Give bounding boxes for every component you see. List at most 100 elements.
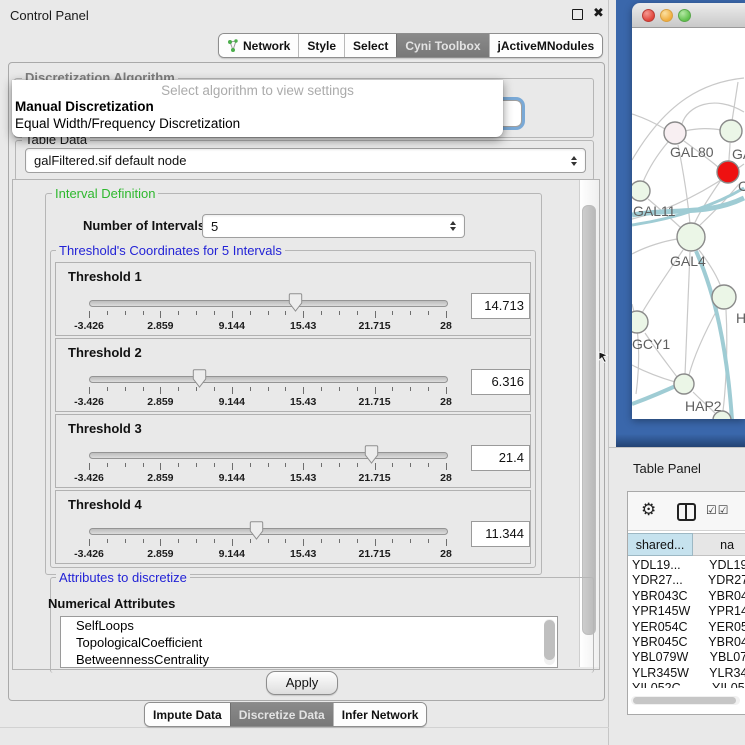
minor-tick bbox=[339, 387, 340, 391]
minor-tick bbox=[196, 311, 197, 315]
network-window-titlebar[interactable] bbox=[632, 3, 745, 28]
network-window[interactable]: GAL80GACGAL11GAL4GCY1HHAP2 bbox=[632, 3, 745, 419]
network-node-gal80[interactable] bbox=[664, 122, 686, 144]
minimize-traffic-light-icon[interactable] bbox=[660, 9, 673, 22]
close-traffic-light-icon[interactable] bbox=[642, 9, 655, 22]
close-icon[interactable]: ✖ bbox=[593, 5, 604, 21]
minor-tick bbox=[321, 539, 322, 543]
number-of-intervals-combo[interactable]: 5 bbox=[202, 214, 465, 238]
zoom-traffic-light-icon[interactable] bbox=[678, 9, 691, 22]
network-node-gcy1[interactable] bbox=[632, 311, 648, 333]
numerical-attributes-list[interactable]: SelfLoopsTopologicalCoefficientBetweenne… bbox=[60, 616, 558, 668]
minor-tick bbox=[321, 387, 322, 391]
list-scrollbar-thumb[interactable] bbox=[544, 620, 555, 660]
slider-thumb[interactable] bbox=[249, 521, 264, 540]
list-item[interactable]: TopologicalCoefficient bbox=[61, 634, 557, 651]
dropdown-item[interactable]: Equal Width/Frequency Discretization bbox=[12, 116, 503, 131]
threshold-value-field[interactable]: 6.316 bbox=[471, 369, 530, 395]
major-tick bbox=[446, 311, 447, 318]
table-row[interactable]: YPR145WYPR14 bbox=[628, 604, 745, 619]
screen: Control Panel ✖ NetworkStyleSelectCyni T… bbox=[0, 0, 745, 745]
dropdown-item[interactable]: Manual Discretization bbox=[12, 99, 503, 114]
threshold-label: Threshold 1 bbox=[68, 269, 142, 284]
tab-discretize-data[interactable]: Discretize Data bbox=[230, 703, 333, 726]
horizontal-scrollbar-thumb[interactable] bbox=[633, 697, 736, 704]
network-node-gal4[interactable] bbox=[677, 223, 705, 251]
tab-style[interactable]: Style bbox=[298, 34, 344, 57]
tick-label: 9.144 bbox=[219, 320, 245, 332]
minor-tick bbox=[214, 463, 215, 467]
horizontal-scrollbar-track[interactable] bbox=[631, 696, 740, 705]
tick-label: 28 bbox=[440, 396, 452, 408]
threshold-value-field[interactable]: 11.344 bbox=[471, 521, 530, 547]
table-row[interactable]: YBR043CYBR04 bbox=[628, 589, 745, 604]
top-tab-bar: NetworkStyleSelectCyni ToolboxjActiveMNo… bbox=[218, 33, 603, 58]
slider-track[interactable] bbox=[89, 452, 448, 459]
cell-name: YBL07 bbox=[707, 650, 745, 665]
list-item[interactable]: BetweennessCentrality bbox=[61, 651, 557, 668]
network-node-h[interactable] bbox=[712, 285, 736, 309]
threshold-value-field[interactable]: 21.4 bbox=[471, 445, 530, 471]
major-tick bbox=[232, 387, 233, 394]
slider-thumb[interactable] bbox=[364, 445, 379, 464]
table-row[interactable]: YDL19...YDL19 bbox=[628, 558, 745, 573]
table-data-combo-value: galFiltered.sif default node bbox=[34, 153, 567, 168]
minor-tick bbox=[178, 387, 179, 391]
threshold-value-field[interactable]: 14.713 bbox=[471, 293, 530, 319]
table-row[interactable]: YLR345WYLR34 bbox=[628, 666, 745, 681]
network-edge[interactable] bbox=[685, 252, 690, 375]
list-item[interactable]: SelfLoops bbox=[61, 617, 557, 634]
minor-tick bbox=[196, 539, 197, 543]
tab-infer-network[interactable]: Infer Network bbox=[333, 703, 427, 726]
major-tick bbox=[375, 387, 376, 394]
table-toolbar: ⚙ ☑☑ bbox=[628, 492, 745, 531]
table-data-combo[interactable]: galFiltered.sif default node bbox=[25, 148, 586, 173]
tick-label: 15.43 bbox=[290, 396, 316, 408]
tick-label: 9.144 bbox=[219, 396, 245, 408]
network-edge[interactable] bbox=[689, 308, 718, 375]
tick-label: 15.43 bbox=[290, 472, 316, 484]
cell-shared-name: YIL052C bbox=[628, 681, 709, 688]
network-edge[interactable] bbox=[685, 129, 721, 131]
network-edge[interactable] bbox=[643, 142, 668, 182]
tab-impute-data[interactable]: Impute Data bbox=[145, 703, 230, 726]
network-node-hap2[interactable] bbox=[674, 374, 694, 394]
column-header-name[interactable]: na bbox=[693, 533, 745, 556]
column-header-shared-name[interactable]: shared... bbox=[628, 533, 693, 556]
tab-cyni-toolbox[interactable]: Cyni Toolbox bbox=[396, 34, 488, 57]
float-window-icon[interactable] bbox=[572, 9, 583, 20]
network-edge[interactable] bbox=[632, 239, 677, 254]
network-node-gal11[interactable] bbox=[632, 181, 650, 201]
minor-tick bbox=[107, 463, 108, 467]
column-layout-icon[interactable] bbox=[677, 503, 696, 521]
apply-button[interactable]: Apply bbox=[266, 671, 338, 695]
network-canvas[interactable]: GAL80GACGAL11GAL4GCY1HHAP2 bbox=[632, 28, 745, 419]
network-edge-highlighted[interactable] bbox=[632, 384, 680, 404]
table-row[interactable]: YER054CYER05 bbox=[628, 620, 745, 635]
gear-icon[interactable]: ⚙ bbox=[641, 500, 656, 520]
tab-network[interactable]: Network bbox=[219, 34, 298, 57]
table-row[interactable]: YBR045CYBR04 bbox=[628, 635, 745, 650]
slider-thumb[interactable] bbox=[288, 293, 303, 312]
tab-label: Impute Data bbox=[153, 708, 222, 722]
checkbox-icons[interactable]: ☑☑ bbox=[706, 503, 730, 517]
minor-tick bbox=[339, 463, 340, 467]
table-row[interactable]: YBL079WYBL07 bbox=[628, 650, 745, 665]
table-row[interactable]: YDR27...YDR27 bbox=[628, 573, 745, 588]
slider-track[interactable] bbox=[89, 528, 448, 535]
tab-jactivemnodules[interactable]: jActiveMNodules bbox=[489, 34, 603, 57]
network-node-c[interactable] bbox=[717, 161, 739, 183]
slider-thumb[interactable] bbox=[192, 369, 207, 388]
cell-shared-name: YBR043C bbox=[628, 589, 705, 604]
network-node-ga[interactable] bbox=[720, 120, 742, 142]
table-row[interactable]: YIL052CYIL05 bbox=[628, 681, 745, 688]
slider-track[interactable] bbox=[89, 376, 448, 383]
major-tick bbox=[303, 539, 304, 546]
cell-name: YPR14 bbox=[705, 604, 745, 619]
network-edge[interactable] bbox=[732, 82, 738, 121]
network-edge[interactable] bbox=[729, 143, 730, 161]
slider-track[interactable] bbox=[89, 300, 448, 307]
tab-select[interactable]: Select bbox=[344, 34, 396, 57]
tick-label: 21.715 bbox=[359, 472, 391, 484]
vertical-scrollbar-thumb[interactable] bbox=[582, 205, 596, 635]
